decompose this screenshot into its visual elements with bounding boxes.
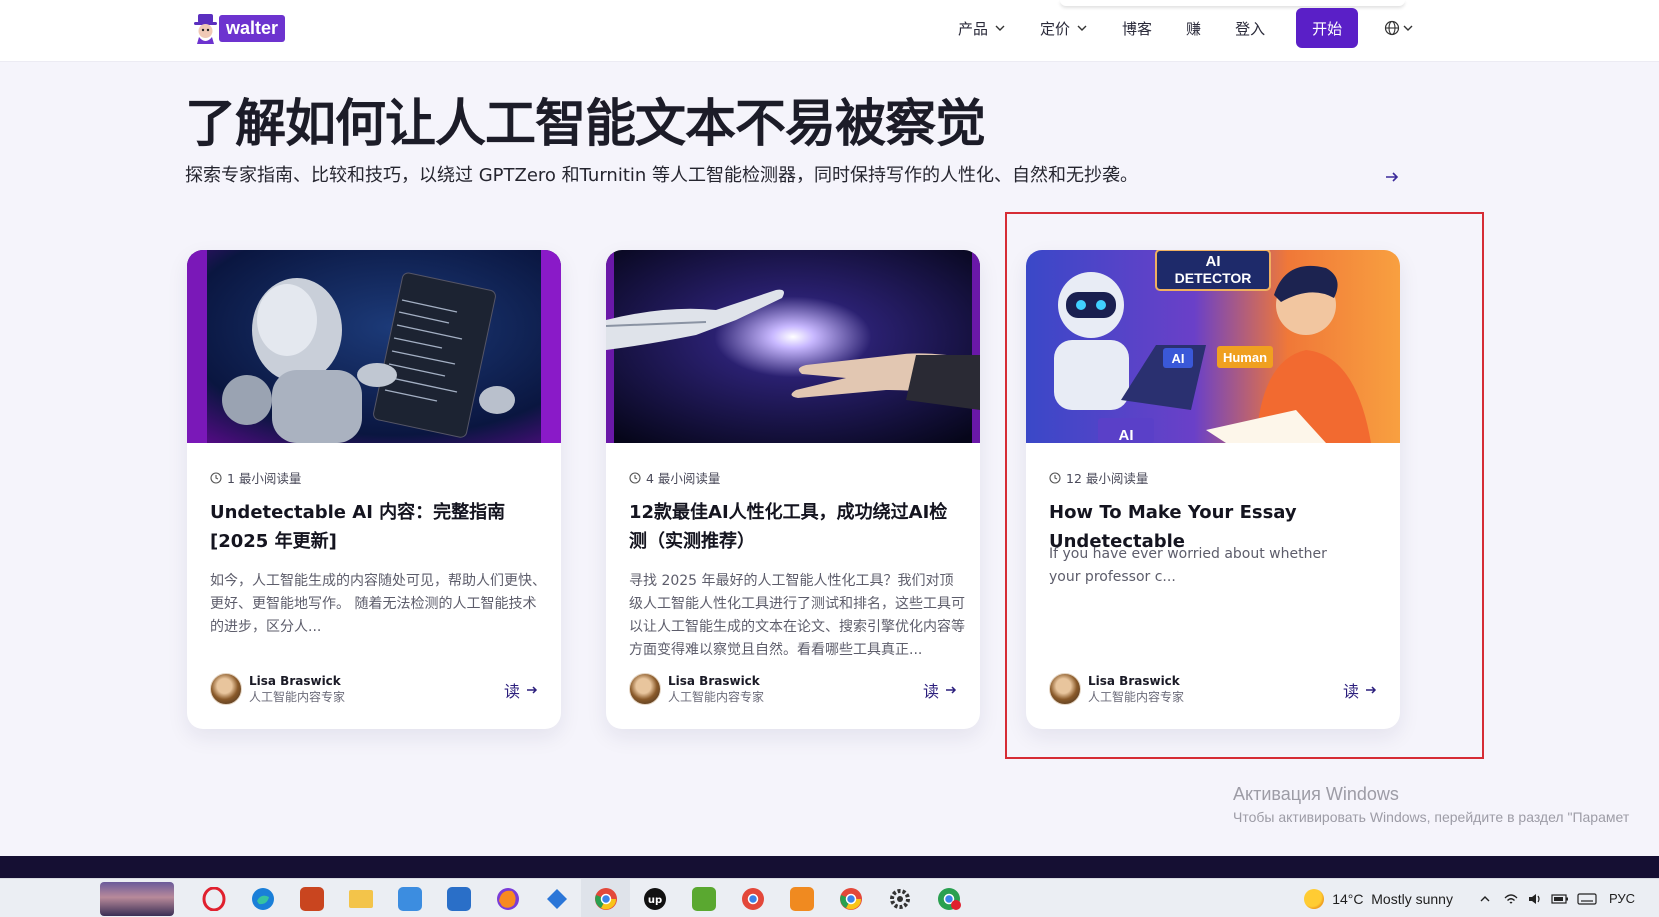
article-card[interactable]: 4 最小阅读量 12款最佳AI人性化工具，成功绕过AI检测（实测推荐） 寻找 2…	[606, 250, 980, 729]
taskbar-apps: up	[189, 879, 973, 917]
nav-pricing[interactable]: 定价	[1040, 18, 1088, 39]
language-selector[interactable]	[1384, 20, 1414, 36]
read-time-label: 4 最小阅读量	[646, 471, 721, 486]
article-image-hands	[606, 250, 980, 443]
site-header: walter 产品 定价 博客 赚 登入 开始	[0, 0, 1659, 62]
powerpoint-icon[interactable]	[287, 879, 336, 917]
upwork-icon[interactable]: up	[630, 879, 679, 917]
svg-text:up: up	[647, 895, 661, 906]
windows-activation-title: Активация Windows	[1233, 784, 1399, 804]
file-explorer-icon[interactable]	[336, 879, 385, 917]
article-excerpt: 如今，人工智能生成的内容随处可见，帮助人们更快、更好、更智能地写作。 随着无法检…	[210, 573, 546, 635]
nav-blog-label: 博客	[1122, 19, 1153, 38]
battery-icon[interactable]	[1551, 892, 1569, 906]
outlook-icon[interactable]	[434, 879, 483, 917]
clock-icon	[629, 471, 641, 484]
logo-text: walter	[219, 14, 286, 42]
read-time: 4 最小阅读量	[629, 468, 720, 487]
avatar	[210, 673, 242, 705]
nav-blog[interactable]: 博客	[1122, 18, 1152, 39]
windows-activation-text: Чтобы активировать Windows, перейдите в …	[1233, 809, 1630, 825]
wifi-icon[interactable]	[1503, 892, 1519, 906]
main-nav: 产品 定价 博客 赚 登入 开始	[958, 8, 1414, 48]
sublime-icon[interactable]	[777, 879, 826, 917]
article-title[interactable]: Undetectable AI 内容：完整指南 [2025 年更新]	[210, 498, 540, 556]
chrome-icon-2[interactable]	[826, 879, 875, 917]
read-link[interactable]: 读	[504, 678, 539, 702]
chevron-down-icon	[1077, 25, 1087, 31]
author-role: 人工智能内容专家	[668, 689, 765, 704]
settings-icon[interactable]	[875, 879, 924, 917]
nav-earn[interactable]: 赚	[1186, 18, 1201, 39]
chrome-profile-icon[interactable]	[728, 879, 777, 917]
store-icon[interactable]	[385, 879, 434, 917]
nav-login[interactable]: 登入	[1235, 18, 1265, 39]
read-label: 读	[922, 682, 939, 701]
nav-products-label: 产品	[958, 19, 989, 38]
weather-text[interactable]: 14°C Mostly sunny	[1332, 891, 1453, 907]
keyboard-icon[interactable]	[1577, 892, 1597, 906]
nav-products[interactable]: 产品	[958, 18, 1006, 39]
page-title: 了解如何让人工智能文本不易被察觉	[185, 95, 986, 154]
taskbar: up 14°C Mostly sunny РУС	[0, 878, 1659, 917]
author-name: Lisa Braswick	[668, 673, 760, 688]
clock-icon	[210, 471, 222, 484]
author: Lisa Braswick 人工智能内容专家	[210, 673, 345, 705]
chevron-down-icon	[1403, 25, 1413, 31]
author-role: 人工智能内容专家	[249, 689, 346, 704]
arrow-right-icon	[946, 686, 957, 694]
article-title[interactable]: 12款最佳AI人性化工具，成功绕过AI检测（实测推荐）	[629, 498, 959, 556]
read-label: 读	[503, 682, 520, 701]
article-image-robot	[187, 250, 561, 443]
opera-icon[interactable]	[189, 879, 238, 917]
weather-icon[interactable]	[1304, 888, 1325, 909]
avatar	[629, 673, 661, 705]
language-indicator[interactable]: РУС	[1609, 891, 1635, 906]
start-button[interactable]: 开始	[1296, 8, 1359, 48]
read-time: 1 最小阅读量	[210, 468, 301, 487]
author-name: Lisa Braswick	[249, 673, 341, 688]
chrome-badge-icon[interactable]	[924, 879, 973, 917]
arrow-right-icon	[527, 686, 538, 694]
logo[interactable]: walter	[192, 12, 286, 44]
page-subtitle: 探索专家指南、比较和技巧，以绕过 GPTZero 和Turnitin 等人工智能…	[185, 165, 1139, 186]
read-time-label: 1 最小阅读量	[227, 471, 302, 486]
footer	[0, 856, 1659, 878]
volume-icon[interactable]	[1527, 892, 1543, 906]
nav-pricing-label: 定价	[1040, 19, 1071, 38]
nav-login-label: 登入	[1235, 19, 1266, 38]
arrow-right-icon[interactable]	[1383, 168, 1401, 186]
taskbar-thumbnail[interactable]	[100, 882, 174, 916]
read-link[interactable]: 读	[923, 678, 958, 702]
chevron-down-icon	[995, 25, 1005, 31]
utorrent-icon[interactable]	[679, 879, 728, 917]
popup-edge	[1060, 0, 1405, 6]
article-excerpt: 寻找 2025 年最好的人工智能人性化工具？我们对顶级人工智能人性化工具进行了测…	[629, 573, 965, 658]
app-icon[interactable]	[532, 879, 581, 917]
system-tray: 14°C Mostly sunny РУС	[1304, 879, 1659, 917]
author: Lisa Braswick 人工智能内容专家	[629, 673, 764, 705]
walter-mascot-icon	[192, 12, 218, 44]
firefox-icon[interactable]	[483, 879, 532, 917]
edge-icon[interactable]	[238, 879, 287, 917]
selection-highlight	[1005, 212, 1484, 759]
globe-icon	[1384, 20, 1400, 36]
nav-earn-label: 赚	[1186, 19, 1202, 38]
chrome-icon[interactable]	[581, 879, 630, 917]
chevron-up-icon[interactable]	[1479, 893, 1491, 905]
article-card[interactable]: 1 最小阅读量 Undetectable AI 内容：完整指南 [2025 年更…	[187, 250, 561, 729]
